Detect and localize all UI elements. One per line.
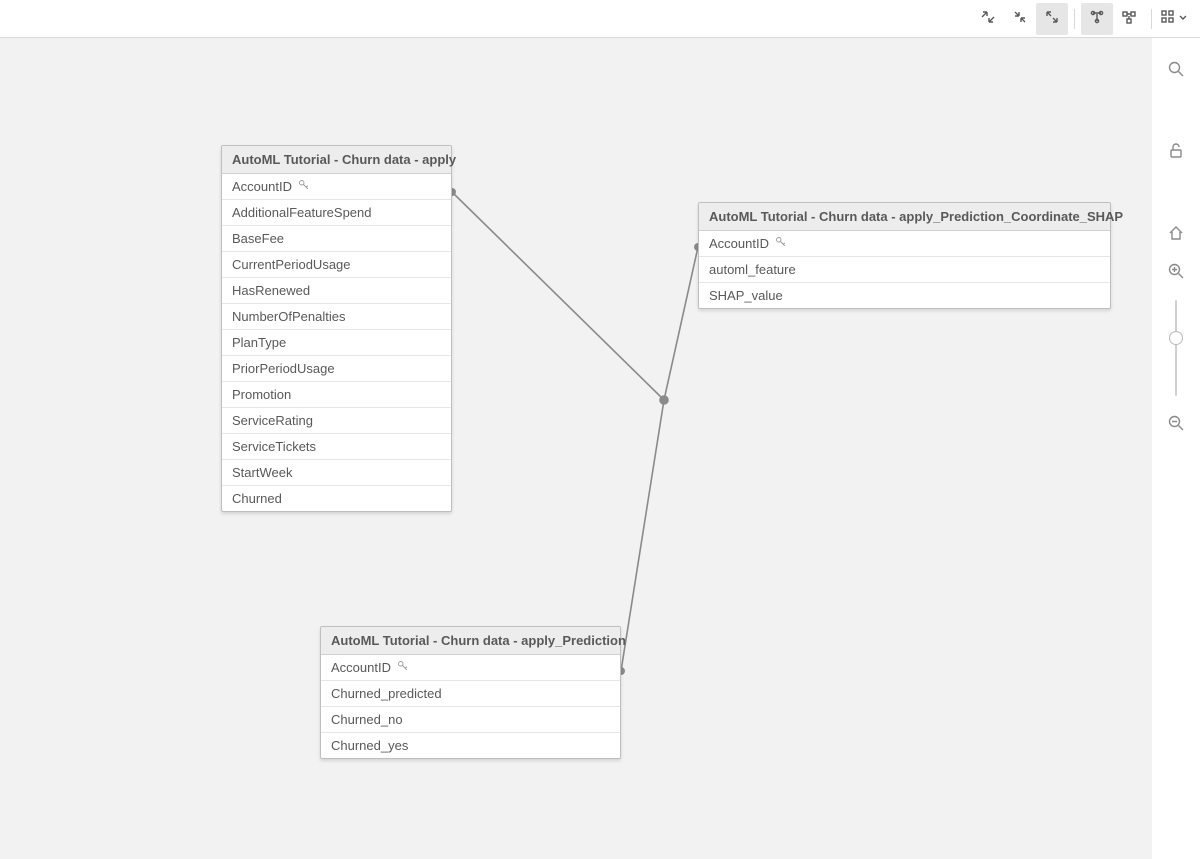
home-icon [1167,224,1185,245]
field-name: Churned_predicted [331,686,442,701]
collapse-diagonal-button[interactable] [972,3,1004,35]
table-field-row[interactable]: Churned [222,486,451,511]
toolbar-separator [1074,9,1075,29]
field-name: Churned [232,491,282,506]
table-field-row[interactable]: BaseFee [222,226,451,252]
zoom-slider-knob[interactable] [1169,331,1183,345]
table-field-row[interactable]: StartWeek [222,460,451,486]
expand-button[interactable] [1036,3,1068,35]
table-field-row[interactable]: AccountID [321,655,620,681]
home-button[interactable] [1162,220,1190,248]
table-card-shap[interactable]: AutoML Tutorial - Churn data - apply_Pre… [698,202,1111,309]
table-field-row[interactable]: Churned_no [321,707,620,733]
table-field-row[interactable]: PriorPeriodUsage [222,356,451,382]
field-name: PriorPeriodUsage [232,361,335,376]
layout-internal-button[interactable] [1081,3,1113,35]
field-name: AdditionalFeatureSpend [232,205,372,220]
field-name: automl_feature [709,262,796,277]
field-name: NumberOfPenalties [232,309,345,324]
field-name: HasRenewed [232,283,310,298]
key-icon [397,660,409,675]
key-icon [298,179,310,194]
field-name: ServiceRating [232,413,313,428]
table-field-row[interactable]: AdditionalFeatureSpend [222,200,451,226]
table-header[interactable]: AutoML Tutorial - Churn data - apply_Pre… [699,203,1110,231]
field-name: Promotion [232,387,291,402]
field-name: PlanType [232,335,286,350]
table-field-row[interactable]: SHAP_value [699,283,1110,308]
unlock-icon [1167,142,1185,163]
table-field-row[interactable]: AccountID [222,174,451,200]
collapse-diagonal-icon [980,9,996,28]
field-name: ServiceTickets [232,439,316,454]
field-name: BaseFee [232,231,284,246]
table-field-row[interactable]: automl_feature [699,257,1110,283]
expand-icon [1044,9,1060,28]
grid-options-button[interactable] [1158,3,1190,35]
zoom-out-icon [1167,414,1185,435]
zoom-in-icon [1167,262,1185,283]
layout-external-icon [1121,9,1137,28]
table-field-row[interactable]: CurrentPeriodUsage [222,252,451,278]
key-icon [775,236,787,251]
layout-internal-icon [1089,9,1105,28]
table-field-row[interactable]: Promotion [222,382,451,408]
table-field-row[interactable]: Churned_predicted [321,681,620,707]
table-field-row[interactable]: ServiceRating [222,408,451,434]
search-button[interactable] [1162,56,1190,84]
field-name: AccountID [709,236,769,251]
table-field-row[interactable]: NumberOfPenalties [222,304,451,330]
zoom-out-button[interactable] [1162,410,1190,438]
layout-external-button[interactable] [1113,3,1145,35]
right-rail [1152,38,1200,859]
collapse-button[interactable] [1004,3,1036,35]
collapse-icon [1012,9,1028,28]
data-model-canvas[interactable]: AutoML Tutorial - Churn data - apply Acc… [0,38,1152,859]
table-field-row[interactable]: AccountID [699,231,1110,257]
table-field-row[interactable]: Churned_yes [321,733,620,758]
lock-button[interactable] [1162,138,1190,166]
field-name: SHAP_value [709,288,783,303]
toolbar [0,0,1200,38]
field-name: AccountID [232,179,292,194]
zoom-in-button[interactable] [1162,258,1190,286]
grid-icon [1160,9,1176,28]
field-name: Churned_yes [331,738,408,753]
field-name: AccountID [331,660,391,675]
table-card-apply[interactable]: AutoML Tutorial - Churn data - apply Acc… [221,145,452,512]
search-icon [1167,60,1185,81]
zoom-slider[interactable] [1175,300,1177,396]
table-header[interactable]: AutoML Tutorial - Churn data - apply [222,146,451,174]
table-card-prediction[interactable]: AutoML Tutorial - Churn data - apply_Pre… [320,626,621,759]
table-field-row[interactable]: HasRenewed [222,278,451,304]
field-name: Churned_no [331,712,403,727]
table-header[interactable]: AutoML Tutorial - Churn data - apply_Pre… [321,627,620,655]
field-name: CurrentPeriodUsage [232,257,351,272]
toolbar-separator [1151,9,1152,29]
chevron-down-icon [1178,11,1188,26]
table-field-row[interactable]: PlanType [222,330,451,356]
table-field-row[interactable]: ServiceTickets [222,434,451,460]
field-name: StartWeek [232,465,292,480]
